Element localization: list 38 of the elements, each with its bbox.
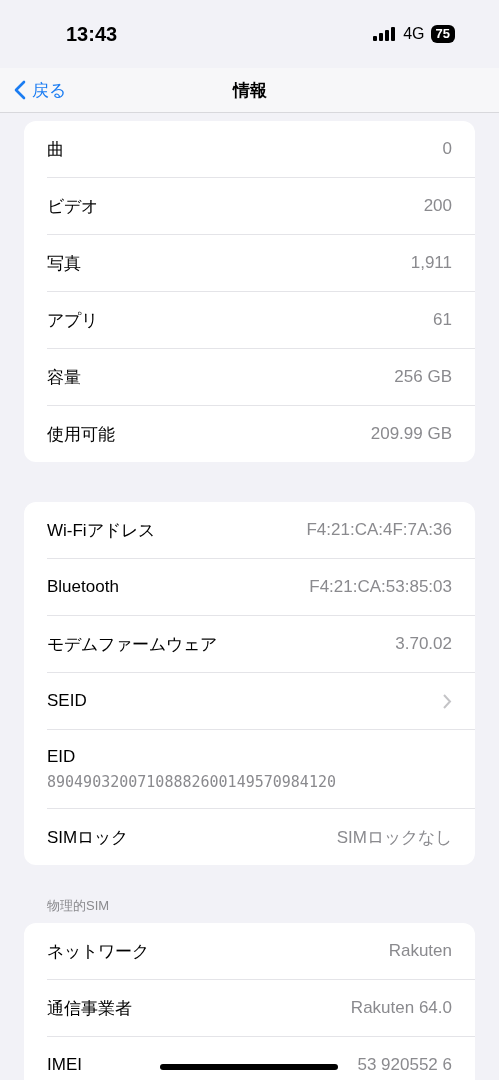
signal-icon — [373, 27, 398, 41]
row-value: 89049032007108882600149570984120 — [47, 773, 336, 791]
row-label: アプリ — [47, 309, 98, 332]
row-value: 1,911 — [410, 253, 452, 273]
status-time: 13:43 — [66, 22, 118, 46]
row-value: 0 — [442, 139, 452, 159]
back-button[interactable]: 戻る — [14, 78, 66, 102]
page-title: 情報 — [232, 79, 267, 102]
row-label: Wi-Fiアドレス — [47, 519, 155, 542]
network-label: 4G — [403, 25, 425, 43]
row-label: 使用可能 — [47, 423, 115, 446]
row-value: F4:21:CA:4F:7A:36 — [306, 520, 452, 540]
row-value: 200 — [423, 196, 452, 216]
section-header: 物理的SIM — [47, 897, 111, 915]
row-label: 容量 — [47, 366, 81, 389]
row-value: 61 — [433, 310, 452, 330]
row-value: F4:21:CA:53:85:03 — [309, 577, 452, 597]
row-label: ビデオ — [47, 195, 98, 218]
row-label: 通信事業者 — [47, 997, 132, 1020]
row-label: ネットワーク — [47, 940, 149, 963]
row-value: 209.99 GB — [370, 424, 452, 444]
row-label: 曲 — [47, 138, 64, 161]
row-label: EID — [47, 747, 76, 767]
row-value: 256 GB — [394, 367, 452, 387]
row-label: SIMロック — [47, 826, 129, 849]
row-label: モデムファームウェア — [47, 633, 217, 656]
row-value: Rakuten 64.0 — [350, 998, 452, 1018]
row-value: Rakuten — [388, 941, 452, 961]
row-value: 3.70.02 — [395, 634, 452, 654]
back-chevron-icon — [14, 80, 26, 100]
row-label[interactable]: SEID — [47, 691, 87, 711]
row-value: 53 920552 6 — [357, 1055, 452, 1075]
row-value: SIMロックなし — [336, 826, 452, 849]
row-label: Bluetooth — [47, 577, 119, 597]
chevron-icon — [443, 693, 452, 709]
row-label: IMEI — [47, 1055, 82, 1075]
row-label: 写真 — [47, 252, 81, 275]
battery-indicator: 75 — [430, 25, 455, 43]
